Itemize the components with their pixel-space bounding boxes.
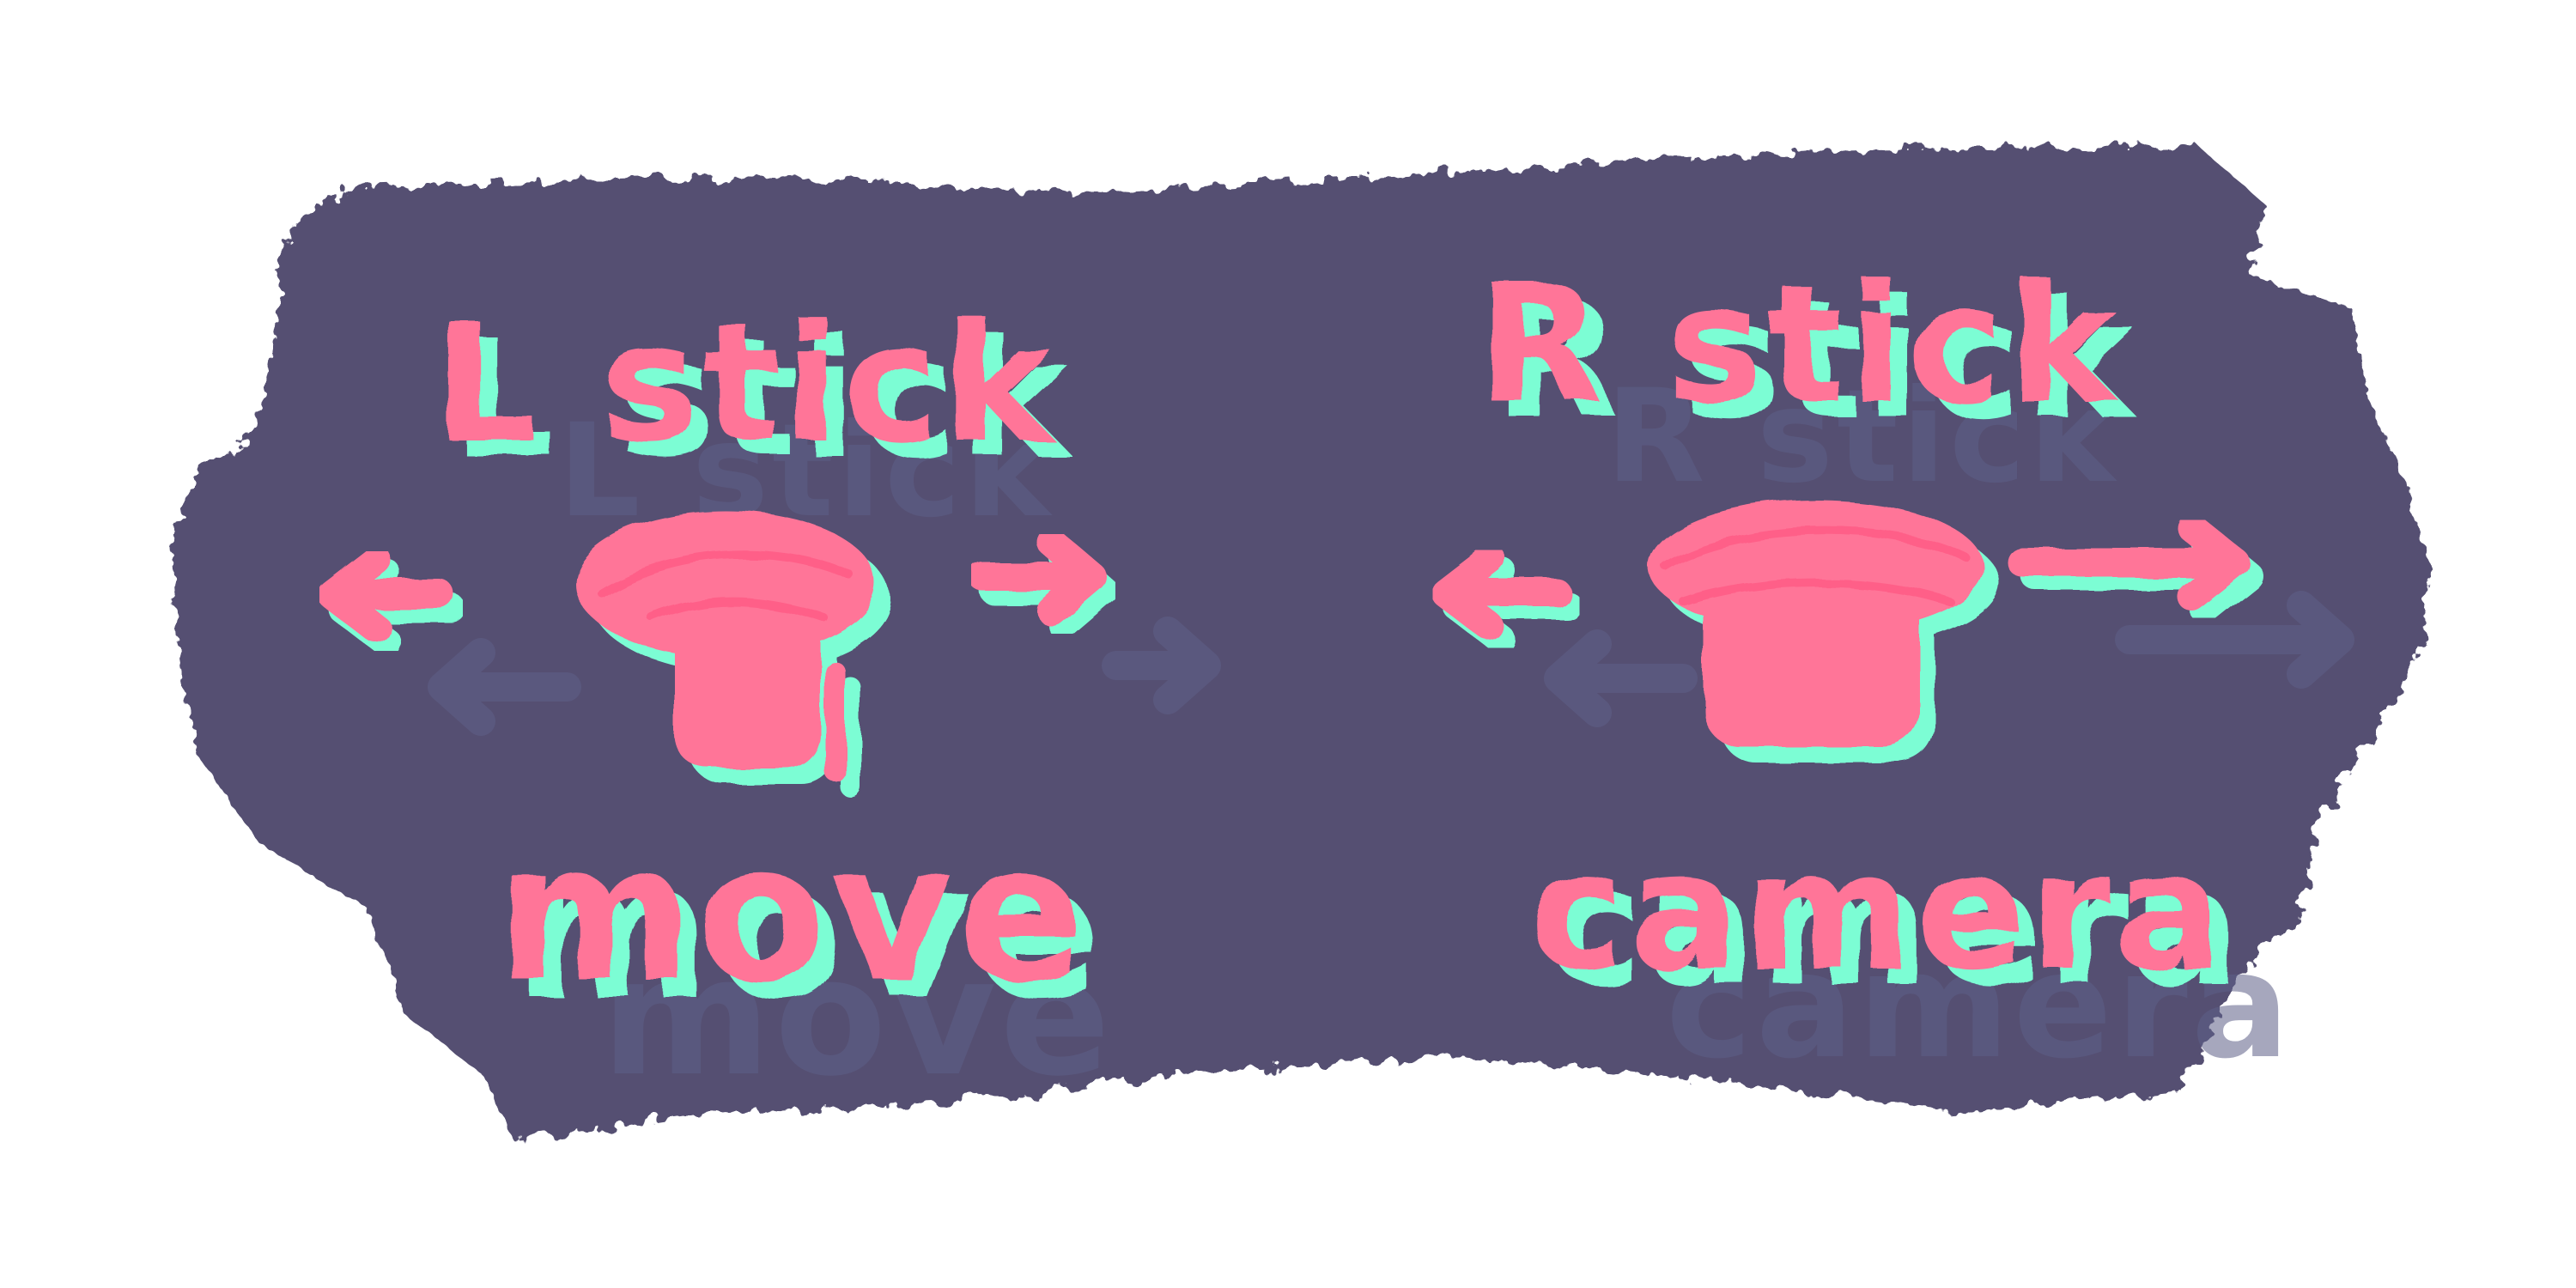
right-action-label: camera bbox=[1528, 817, 2227, 1006]
right-stick-label: R stick bbox=[1477, 250, 2119, 440]
controls-hint-screen: L stick move L stick L stick move move R… bbox=[0, 0, 2576, 1288]
left-stick-label: L stick bbox=[434, 289, 1054, 478]
left-action-label: move bbox=[496, 804, 1088, 1024]
controls-hint-canvas: L stick move L stick L stick move move R… bbox=[172, 146, 2430, 1142]
